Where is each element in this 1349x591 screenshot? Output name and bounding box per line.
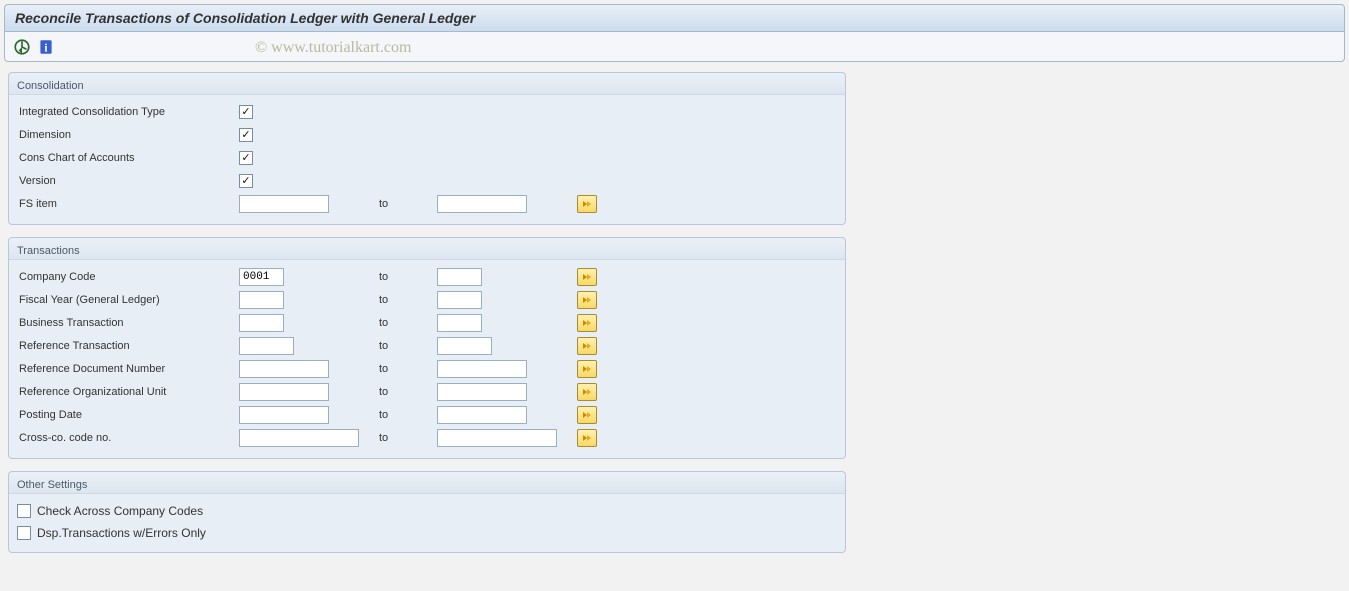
title-bar: Reconcile Transactions of Consolidation … [4, 4, 1345, 32]
multi-select-ccode[interactable] [577, 268, 597, 286]
label-dimension: Dimension [17, 129, 239, 141]
label-rdoc: Reference Document Number [17, 363, 239, 375]
application-toolbar: i [4, 32, 1345, 62]
input-rdoc-from[interactable] [239, 360, 329, 378]
input-ccode-from[interactable] [239, 268, 284, 286]
checkbox-version[interactable]: ✓ [239, 174, 253, 188]
page-title: Reconcile Transactions of Consolidation … [15, 10, 1334, 26]
label-rtrans: Reference Transaction [17, 340, 239, 352]
multi-select-btrans[interactable] [577, 314, 597, 332]
to-label: to [379, 198, 437, 210]
checkbox-check-across-company-codes[interactable]: ✓ [17, 504, 31, 518]
input-ccode-to[interactable] [437, 268, 482, 286]
input-btrans-from[interactable] [239, 314, 284, 332]
to-label: to [379, 409, 437, 421]
execute-icon[interactable] [13, 38, 31, 56]
to-label: to [379, 271, 437, 283]
input-rtrans-from[interactable] [239, 337, 294, 355]
to-label: to [379, 386, 437, 398]
label-pdate: Posting Date [17, 409, 239, 421]
label-version: Version [17, 175, 239, 187]
label-ccode: Company Code [17, 271, 239, 283]
checkbox-dsp-errors-only[interactable]: ✓ [17, 526, 31, 540]
input-ccno-to[interactable] [437, 429, 557, 447]
input-fyear-from[interactable] [239, 291, 284, 309]
input-pdate-to[interactable] [437, 406, 527, 424]
multi-select-rdoc[interactable] [577, 360, 597, 378]
label-ccno: Cross-co. code no. [17, 432, 239, 444]
svg-text:i: i [44, 42, 47, 54]
to-label: to [379, 432, 437, 444]
multi-select-fs-item[interactable] [577, 195, 597, 213]
label-cons-chart-of-accounts: Cons Chart of Accounts [17, 152, 239, 164]
group-transactions: Transactions Company Code to Fiscal Year (… [8, 237, 846, 459]
multi-select-pdate[interactable] [577, 406, 597, 424]
group-title-other: Other Settings [9, 472, 845, 494]
label-rorg: Reference Organizational Unit [17, 386, 239, 398]
group-consolidation: Consolidation Integrated Consolidation T… [8, 72, 846, 225]
input-btrans-to[interactable] [437, 314, 482, 332]
to-label: to [379, 317, 437, 329]
input-rorg-to[interactable] [437, 383, 527, 401]
input-ccno-from[interactable] [239, 429, 359, 447]
input-pdate-from[interactable] [239, 406, 329, 424]
multi-select-rtrans[interactable] [577, 337, 597, 355]
label-integrated-consolidation-type: Integrated Consolidation Type [17, 106, 239, 118]
input-fs-item-from[interactable] [239, 195, 329, 213]
checkbox-cons-chart-of-accounts[interactable]: ✓ [239, 151, 253, 165]
group-title-transactions: Transactions [9, 238, 845, 260]
input-rtrans-to[interactable] [437, 337, 492, 355]
input-rdoc-to[interactable] [437, 360, 527, 378]
checkbox-integrated-consolidation-type[interactable]: ✓ [239, 105, 253, 119]
label-btrans: Business Transaction [17, 317, 239, 329]
info-icon[interactable]: i [37, 38, 55, 56]
group-other-settings: Other Settings ✓ Check Across Company Co… [8, 471, 846, 553]
to-label: to [379, 340, 437, 352]
input-fyear-to[interactable] [437, 291, 482, 309]
label-dsp-errors-only: Dsp.Transactions w/Errors Only [37, 526, 206, 540]
multi-select-fyear[interactable] [577, 291, 597, 309]
input-fs-item-to[interactable] [437, 195, 527, 213]
label-check-across-company-codes: Check Across Company Codes [37, 504, 203, 518]
multi-select-rorg[interactable] [577, 383, 597, 401]
label-fs-item: FS item [17, 198, 239, 210]
checkbox-dimension[interactable]: ✓ [239, 128, 253, 142]
multi-select-ccno[interactable] [577, 429, 597, 447]
label-fyear: Fiscal Year (General Ledger) [17, 294, 239, 306]
to-label: to [379, 294, 437, 306]
to-label: to [379, 363, 437, 375]
group-title-consolidation: Consolidation [9, 73, 845, 95]
input-rorg-from[interactable] [239, 383, 329, 401]
